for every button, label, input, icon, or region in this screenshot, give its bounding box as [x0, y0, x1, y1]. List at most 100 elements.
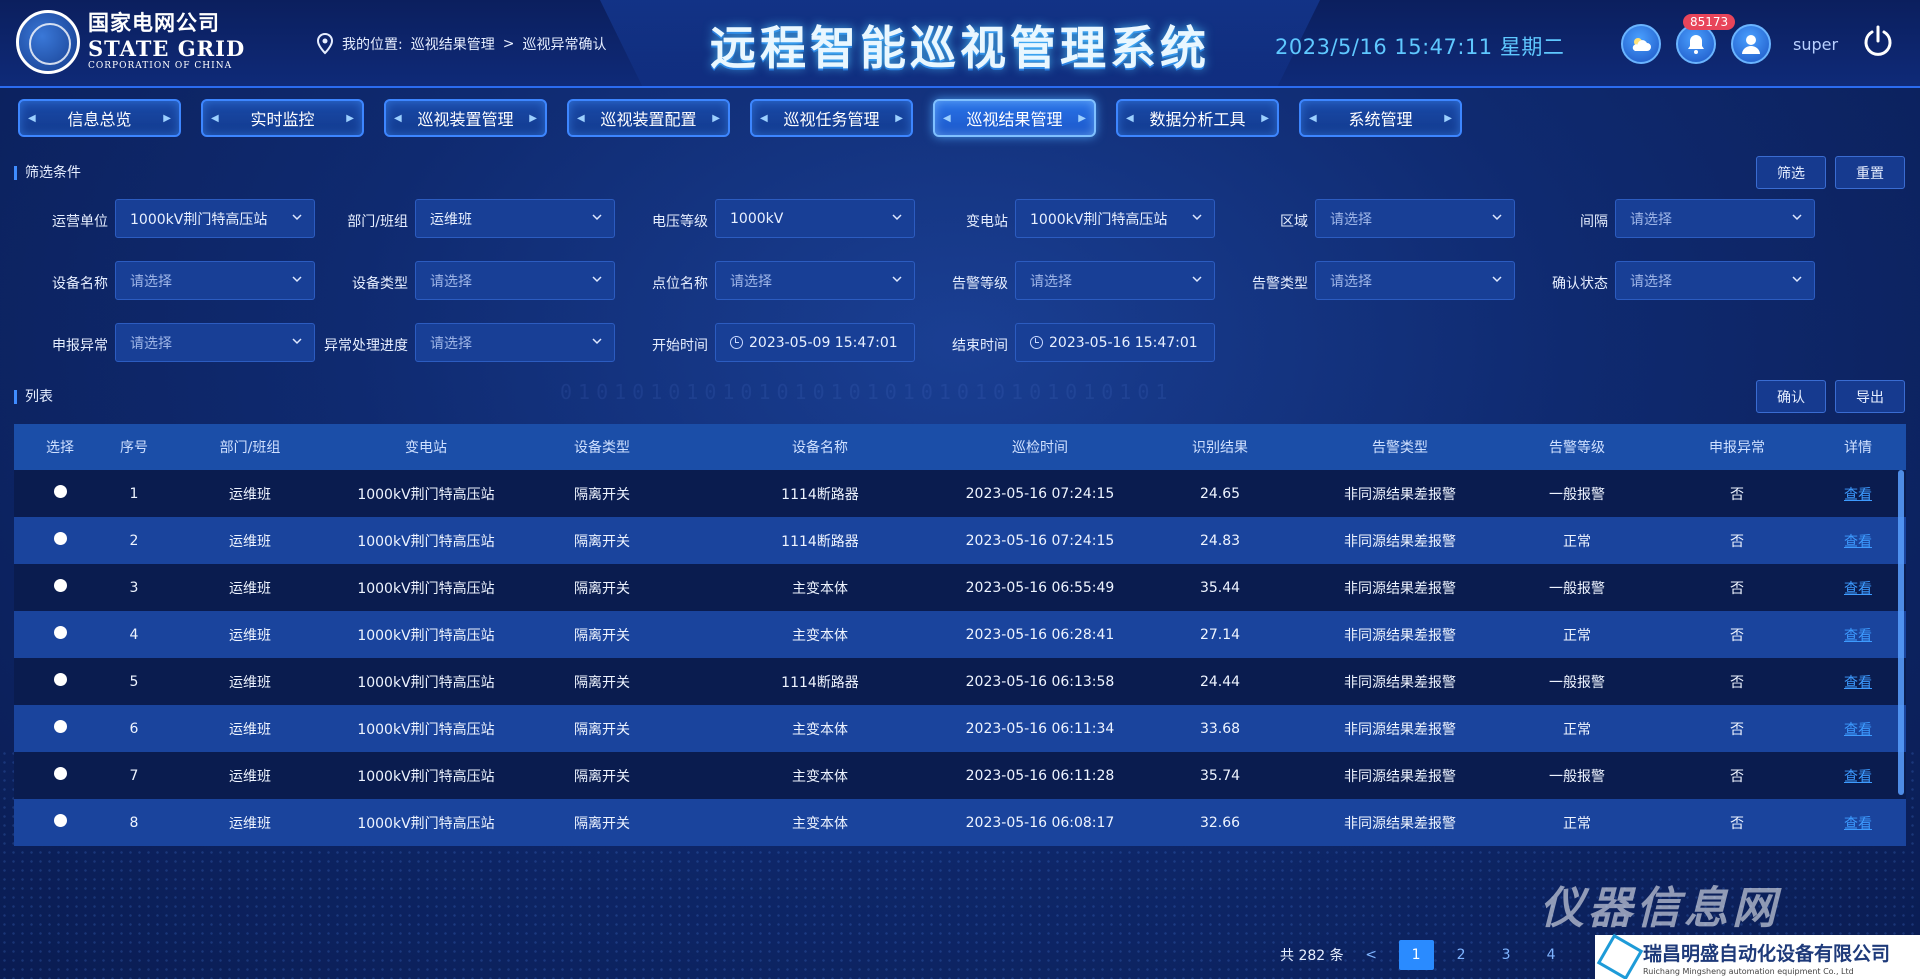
row-radio[interactable]	[53, 720, 67, 733]
table-row[interactable]: 2 运维班 1000kV荆门特高压站 隔离开关 1114断路器 2023-05-16 07…	[14, 517, 1906, 564]
prev-page-button[interactable]: <	[1354, 940, 1389, 970]
table-row[interactable]: 1 运维班 1000kV荆门特高压站 隔离开关 1114断路器 2023-05-16 07…	[14, 470, 1906, 517]
row-radio[interactable]	[53, 814, 67, 827]
page-2-button[interactable]: 2	[1444, 940, 1479, 970]
point-name-select[interactable]: 请选择	[715, 261, 915, 300]
page-4-button[interactable]: 4	[1534, 940, 1569, 970]
cell-select[interactable]	[14, 814, 106, 831]
export-button[interactable]: 导出	[1835, 380, 1905, 413]
chevron-down-icon	[892, 214, 902, 221]
view-detail-link[interactable]: 查看	[1844, 722, 1872, 738]
reset-button[interactable]: 重置	[1835, 156, 1905, 189]
bell-icon[interactable]	[1676, 24, 1716, 64]
bay-select[interactable]: 请选择	[1615, 199, 1815, 238]
cell-select[interactable]	[14, 579, 106, 596]
nav-tab-realtime-monitor[interactable]: ◀ 实时监控 ▶	[201, 99, 364, 137]
cell-no: 8	[129, 814, 139, 831]
cell-no: 7	[129, 767, 139, 784]
cell-report: 否	[1730, 815, 1744, 832]
background-binary-decoration: 0101010101010101010101010101010101	[560, 380, 1174, 404]
row-radio[interactable]	[53, 767, 67, 780]
table-row[interactable]: 4 运维班 1000kV荆门特高压站 隔离开关 主变本体 2023-05-16 06:28…	[14, 611, 1906, 658]
cell-device-name: 1114断路器	[781, 533, 859, 550]
nav-tab-device-management[interactable]: ◀ 巡视装置管理 ▶	[384, 99, 547, 137]
dept-select[interactable]: 运维班	[415, 199, 615, 238]
row-radio[interactable]	[53, 626, 67, 639]
cell-inspect-time: 2023-05-16 07:24:15	[965, 485, 1115, 502]
filter-button[interactable]: 筛选	[1756, 156, 1826, 189]
alarm-level-select[interactable]: 请选择	[1015, 261, 1215, 300]
weather-icon[interactable]	[1621, 24, 1661, 64]
cell-dept: 运维班	[229, 674, 271, 691]
table-row[interactable]: 7 运维班 1000kV荆门特高压站 隔离开关 主变本体 2023-05-16 06:11…	[14, 752, 1906, 799]
cell-report: 否	[1730, 533, 1744, 550]
confirm-status-select[interactable]: 请选择	[1615, 261, 1815, 300]
cell-alarm-type: 非同源结果差报警	[1344, 580, 1456, 597]
view-detail-link[interactable]: 查看	[1844, 816, 1872, 832]
alarm-type-select[interactable]: 请选择	[1315, 261, 1515, 300]
view-detail-link[interactable]: 查看	[1844, 675, 1872, 691]
cell-no: 6	[129, 720, 139, 737]
table-row[interactable]: 8 运维班 1000kV荆门特高压站 隔离开关 主变本体 2023-05-16 06:08…	[14, 799, 1906, 846]
nav-left-arrow-icon: ◀	[760, 112, 768, 124]
cell-select[interactable]	[14, 485, 106, 502]
cell-station: 1000kV荆门特高压站	[357, 768, 495, 785]
substation-select[interactable]: 1000kV荆门特高压站	[1015, 199, 1215, 238]
cell-device-name: 主变本体	[792, 627, 848, 644]
clock-icon	[730, 336, 743, 349]
confirm-button[interactable]: 确认	[1756, 380, 1826, 413]
state-grid-emblem-icon	[16, 10, 80, 74]
power-icon[interactable]	[1862, 24, 1894, 58]
ops-unit-select[interactable]: 1000kV荆门特高压站	[115, 199, 315, 238]
process-progress-select[interactable]: 请选择	[415, 323, 615, 362]
view-detail-link[interactable]: 查看	[1844, 534, 1872, 550]
voltage-select[interactable]: 1000kV	[715, 199, 915, 238]
view-detail-link[interactable]: 查看	[1844, 581, 1872, 597]
cell-select[interactable]	[14, 720, 106, 737]
device-type-select[interactable]: 请选择	[415, 261, 615, 300]
nav-tab-overview[interactable]: ◀ 信息总览 ▶	[18, 99, 181, 137]
breadcrumb-level1[interactable]: 巡视结果管理	[411, 34, 495, 54]
cell-select[interactable]	[14, 532, 106, 549]
cell-select[interactable]	[14, 673, 106, 690]
cell-detail: 查看	[1810, 625, 1906, 645]
cell-device-type: 隔离开关	[574, 486, 630, 503]
report-abnormal-select[interactable]: 请选择	[115, 323, 315, 362]
row-radio[interactable]	[53, 485, 67, 498]
cell-select[interactable]	[14, 626, 106, 643]
start-time-picker[interactable]: 2023-05-09 15:47:01	[715, 323, 915, 362]
nav-tab-system-management[interactable]: ◀ 系统管理 ▶	[1299, 99, 1462, 137]
company-logo[interactable]: 国家电网公司 STATE GRID CORPORATION OF CHINA	[16, 10, 245, 74]
chevron-down-icon	[1192, 214, 1202, 221]
username[interactable]: super	[1793, 35, 1838, 54]
cell-result: 24.65	[1199, 485, 1241, 502]
end-time-picker[interactable]: 2023-05-16 15:47:01	[1015, 323, 1215, 362]
end-time-label: 结束时间	[952, 338, 1008, 354]
chevron-down-icon	[292, 214, 302, 221]
cell-alarm-level: 一般报警	[1549, 674, 1605, 691]
nav-tab-data-analysis[interactable]: ◀ 数据分析工具 ▶	[1116, 99, 1279, 137]
view-detail-link[interactable]: 查看	[1844, 487, 1872, 503]
nav-tab-device-config[interactable]: ◀ 巡视装置配置 ▶	[567, 99, 730, 137]
device-name-select[interactable]: 请选择	[115, 261, 315, 300]
area-select[interactable]: 请选择	[1315, 199, 1515, 238]
table-row[interactable]: 3 运维班 1000kV荆门特高压站 隔离开关 主变本体 2023-05-16 06:55…	[14, 564, 1906, 611]
row-radio[interactable]	[53, 673, 67, 686]
table-scrollbar[interactable]	[1898, 470, 1904, 795]
view-detail-link[interactable]: 查看	[1844, 769, 1872, 785]
user-avatar-icon[interactable]	[1731, 24, 1771, 64]
nav-tab-task-management[interactable]: ◀ 巡视任务管理 ▶	[750, 99, 913, 137]
row-radio[interactable]	[53, 532, 67, 545]
table-row[interactable]: 5 运维班 1000kV荆门特高压站 隔离开关 1114断路器 2023-05-16 06…	[14, 658, 1906, 705]
system-title: 远程智能巡视管理系统	[710, 21, 1210, 75]
cell-device-name: 主变本体	[792, 580, 848, 597]
table-row[interactable]: 6 运维班 1000kV荆门特高压站 隔离开关 主变本体 2023-05-16 06:11…	[14, 705, 1906, 752]
page-1-button[interactable]: 1	[1398, 940, 1434, 970]
nav-tab-result-management[interactable]: ◀ 巡视结果管理 ▶	[933, 99, 1096, 137]
cell-select[interactable]	[14, 767, 106, 784]
chevron-down-icon	[592, 338, 602, 345]
page-3-button[interactable]: 3	[1489, 940, 1524, 970]
row-radio[interactable]	[53, 579, 67, 592]
filter-section-title: 筛选条件	[14, 166, 81, 180]
view-detail-link[interactable]: 查看	[1844, 628, 1872, 644]
